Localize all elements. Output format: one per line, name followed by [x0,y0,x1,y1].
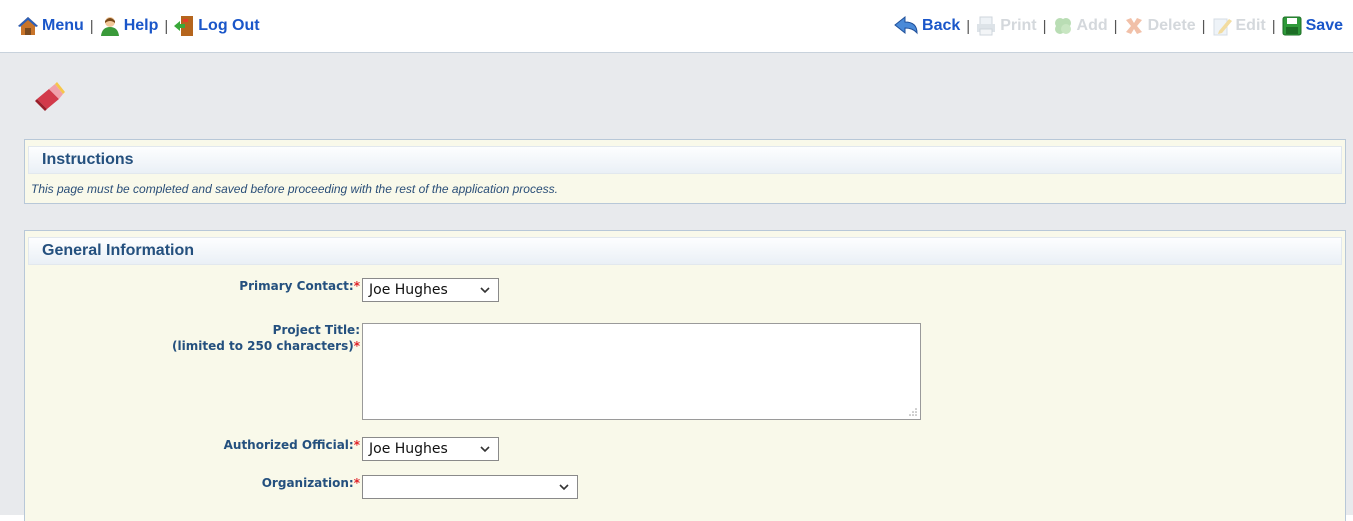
project-title-label: Project Title: (limited to 250 character… [172,322,360,354]
project-title-label-line2: (limited to 250 characters) [172,339,354,353]
edit-pencil-icon [1213,18,1232,36]
primary-contact-label: Primary Contact:* [239,278,360,294]
chevron-down-icon [480,446,490,453]
back-label: Back [922,17,961,34]
page-area: Instructions This page must be completed… [0,53,1353,521]
toolbar-separator: | [164,17,169,35]
save-link[interactable]: Save [1281,15,1343,37]
toolbar-separator: | [1113,17,1118,35]
print-link[interactable]: Print [975,15,1037,37]
organization-label-text: Organization: [261,476,354,490]
authorized-official-value: Joe Hughes [369,441,448,457]
add-link[interactable]: Add [1052,15,1108,37]
instructions-heading: Instructions [28,146,1342,174]
menu-label: Menu [42,17,84,34]
organization-select[interactable] [362,475,578,499]
organization-label: Organization:* [262,475,360,491]
authorized-official-label-text: Authorized Official: [223,438,354,452]
delete-x-icon [1125,18,1142,34]
chevron-down-icon [480,287,490,294]
primary-contact-value: Joe Hughes [369,282,448,298]
save-label: Save [1305,17,1343,34]
toolbar-right-group: Back | Print | Add | Delete | Edit | Sav… [893,15,1343,37]
menu-link[interactable]: Menu [17,15,84,37]
add-label: Add [1076,17,1108,34]
required-marker: * [353,339,360,353]
edit-label: Edit [1235,17,1266,34]
authorized-official-label: Authorized Official:* [224,437,360,453]
authorized-official-select[interactable]: Joe Hughes [362,437,499,461]
resize-grip-icon[interactable] [908,407,918,417]
logout-link[interactable]: Log Out [173,15,260,37]
help-person-icon [100,17,119,36]
floppy-disk-icon [1282,16,1302,36]
add-icon [1054,18,1071,34]
delete-label: Delete [1147,17,1196,34]
required-marker: * [353,476,360,490]
instructions-text: This page must be completed and saved be… [31,182,558,196]
help-link[interactable]: Help [99,15,159,37]
edit-link[interactable]: Edit [1211,15,1266,37]
top-toolbar: Menu | Help | Log Out Back | Print | Add… [0,0,1353,53]
chevron-down-icon [559,484,569,491]
toolbar-separator: | [1201,17,1206,35]
home-icon [18,17,38,35]
project-title-label-line2-wrap: (limited to 250 characters)* [172,338,360,354]
instructions-panel: Instructions This page must be completed… [24,139,1346,204]
toolbar-separator: | [966,17,971,35]
logout-label: Log Out [198,17,260,34]
delete-link[interactable]: Delete [1123,15,1196,37]
toolbar-left-group: Menu | Help | Log Out [17,15,260,37]
primary-contact-select[interactable]: Joe Hughes [362,278,499,302]
primary-contact-label-text: Primary Contact: [239,279,354,293]
back-link[interactable]: Back [893,15,960,37]
door-exit-icon [174,16,194,36]
toolbar-separator: | [1271,17,1276,35]
project-title-label-line1: Project Title: [272,323,360,337]
general-information-heading: General Information [28,237,1342,265]
project-title-textarea[interactable] [362,323,921,420]
toolbar-separator: | [89,17,94,35]
print-label: Print [1000,17,1037,34]
required-marker: * [353,279,360,293]
toolbar-separator: | [1042,17,1047,35]
back-arrow-icon [894,15,918,35]
printer-icon [977,16,996,36]
general-information-panel: General Information Primary Contact:* Jo… [24,230,1346,521]
required-marker: * [353,438,360,452]
eraser-icon [35,82,65,111]
help-label: Help [123,17,159,34]
